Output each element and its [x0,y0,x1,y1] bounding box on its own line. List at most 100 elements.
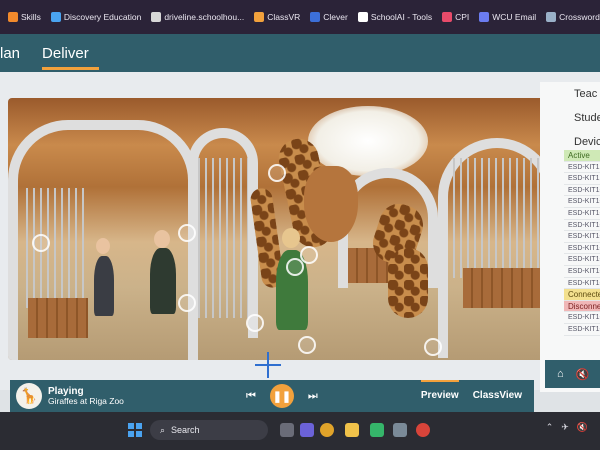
giraffe-icon: 🦒 [16,383,42,409]
bookmark-item[interactable]: WCU Email [479,12,536,22]
mute-icon[interactable]: 🔇 [576,368,590,381]
left-planks [28,298,88,338]
page-icon [151,12,162,22]
center-left-bars [198,158,248,318]
hotspot-2[interactable] [178,224,196,242]
bookmark-item[interactable]: SchoolAI - Tools [357,12,433,22]
device-item[interactable]: ESD-KIT1 [564,173,600,185]
taskbar-search[interactable]: ⌕ Search [150,420,268,440]
person-child-left-head [96,238,110,254]
system-tray: ⌃ ✈ 🔇 [546,422,588,433]
device-item[interactable]: ESD-KIT1-24 [564,278,600,290]
device-item[interactable]: ESD-KIT1-0 [564,208,600,220]
bookmark-item[interactable]: driveline.schoolhou... [151,12,244,22]
classview-mode-button[interactable]: ClassView [473,390,522,403]
device-item[interactable]: ESD-KIT1-15 [564,231,600,243]
panel-header-teacher[interactable]: Teac [540,82,600,106]
windows-start-icon[interactable] [128,423,142,437]
hotspot-1[interactable] [32,234,50,252]
hotspot-3[interactable] [178,294,196,312]
bookmark-item[interactable]: Clever [310,12,348,22]
previous-button[interactable]: ⏮ [246,390,256,403]
preview-mode-button[interactable]: Preview [420,379,459,403]
hotspot-7[interactable] [298,336,316,354]
app-icon[interactable] [393,423,407,437]
hotspot-9[interactable] [424,338,442,356]
device-panel-footer: ⌂ 🔇 [545,360,600,388]
device-item[interactable]: ESD-KIT1-17 [564,243,600,255]
bookmark-item[interactable]: Skills [8,12,41,22]
device-item[interactable]: ESD-KIT1-05 [564,324,600,336]
bookmark-label: driveline.schoolhou... [164,12,245,22]
task-view-icon[interactable] [280,423,294,437]
chrome-icon[interactable] [320,423,334,437]
device-group-disconnected[interactable]: Disconnected [564,300,600,313]
device-group-active[interactable]: Active [564,150,600,162]
bookmark-label: Discovery Education [63,12,142,22]
teams-icon[interactable] [300,423,314,437]
hotspot-4[interactable] [268,164,286,182]
search-placeholder: Search [171,425,200,435]
search-icon: ⌕ [160,424,166,435]
person-woman [150,248,176,314]
crosshair-cursor [255,352,281,378]
chrome-active-icon[interactable] [416,423,430,437]
volume-muted-icon[interactable]: 🔇 [577,422,588,433]
hotspot-6[interactable] [246,314,264,332]
bookmark-label: Skills [21,12,41,22]
bookmarks-bar: Skills Discovery Education driveline.schoo… [0,0,600,34]
device-item[interactable]: ESD-KIT1-03 [564,312,600,324]
bookmark-item[interactable]: ClassVR [254,12,300,22]
person-child-left [94,256,114,316]
bookmark-item[interactable]: CPI [442,12,469,22]
giraffe-right-body [388,248,428,318]
tab-deliver[interactable]: Deliver [42,45,99,72]
cpi-icon [442,12,453,22]
tray-overflow-icon[interactable]: ⌃ [546,422,554,433]
store-icon[interactable] [370,423,384,437]
file-explorer-icon[interactable] [345,423,359,437]
schoolai-icon [357,12,368,22]
puzzle-icon [546,12,557,22]
skills-icon [8,12,18,22]
bookmark-label: SchoolAI - Tools [370,12,433,22]
bookmark-label: CPI [455,12,470,22]
person-woman-head [154,230,170,248]
player-bar: 🦒 Playing Giraffes at Riga Zoo ⏮ ❚❚ ⏭ Pr… [10,379,534,412]
device-item[interactable]: ESD-KIT1-0 [564,196,600,208]
bookmark-label: Crossword Puzzle R... [559,12,600,22]
device-item[interactable]: ESD-KIT1-21 [564,254,600,266]
app-header: lan Deliver [0,34,600,72]
bookmark-label: ClassVR [267,12,301,22]
hotspot-8[interactable] [300,246,318,264]
pause-button[interactable]: ❚❚ [269,384,294,408]
bookmark-item[interactable]: Crossword Puzzle R... [546,12,600,22]
device-item[interactable]: ESD-KIT1-1: [564,220,600,232]
clever-icon [310,12,321,22]
right-planks [463,268,543,308]
device-group-connected[interactable]: Connected [564,289,600,301]
panel-header-students[interactable]: Stude [540,106,600,130]
mail-icon [479,12,490,22]
device-item[interactable]: ESD-KIT1-( [564,185,600,197]
device-list: ActiveESD-KIT1ESD-KIT1ESD-KIT1-(ESD-KIT1… [564,150,600,336]
next-button[interactable]: ⏭ [308,390,318,403]
screen: Skills Discovery Education driveline.schoo… [0,0,600,450]
view-modes: Preview ClassView [420,379,522,412]
playback-controls: ⏮ ❚❚ ⏭ [246,384,318,408]
content-title: Giraffes at Riga Zoo [48,395,124,406]
bookmark-label: WCU Email [492,12,537,22]
device-item[interactable]: ESD-KIT1 [564,162,600,174]
bookmark-label: Clever [323,12,348,22]
device-item[interactable]: ESD-KIT1-23 [564,266,600,278]
bookmark-item[interactable]: Discovery Education [50,12,142,22]
person-child-center-head [282,228,300,248]
taskbar: ⌕ Search ⌃ ✈ 🔇 [0,412,600,450]
home-icon[interactable]: ⌂ [557,368,564,380]
giraffe-main-head [304,166,358,242]
airplane-icon[interactable]: ✈ [561,422,569,433]
tab-plan[interactable]: lan [0,45,30,72]
panorama-preview[interactable] [8,98,556,360]
globe-icon [50,12,61,22]
classvr-icon [254,12,265,22]
